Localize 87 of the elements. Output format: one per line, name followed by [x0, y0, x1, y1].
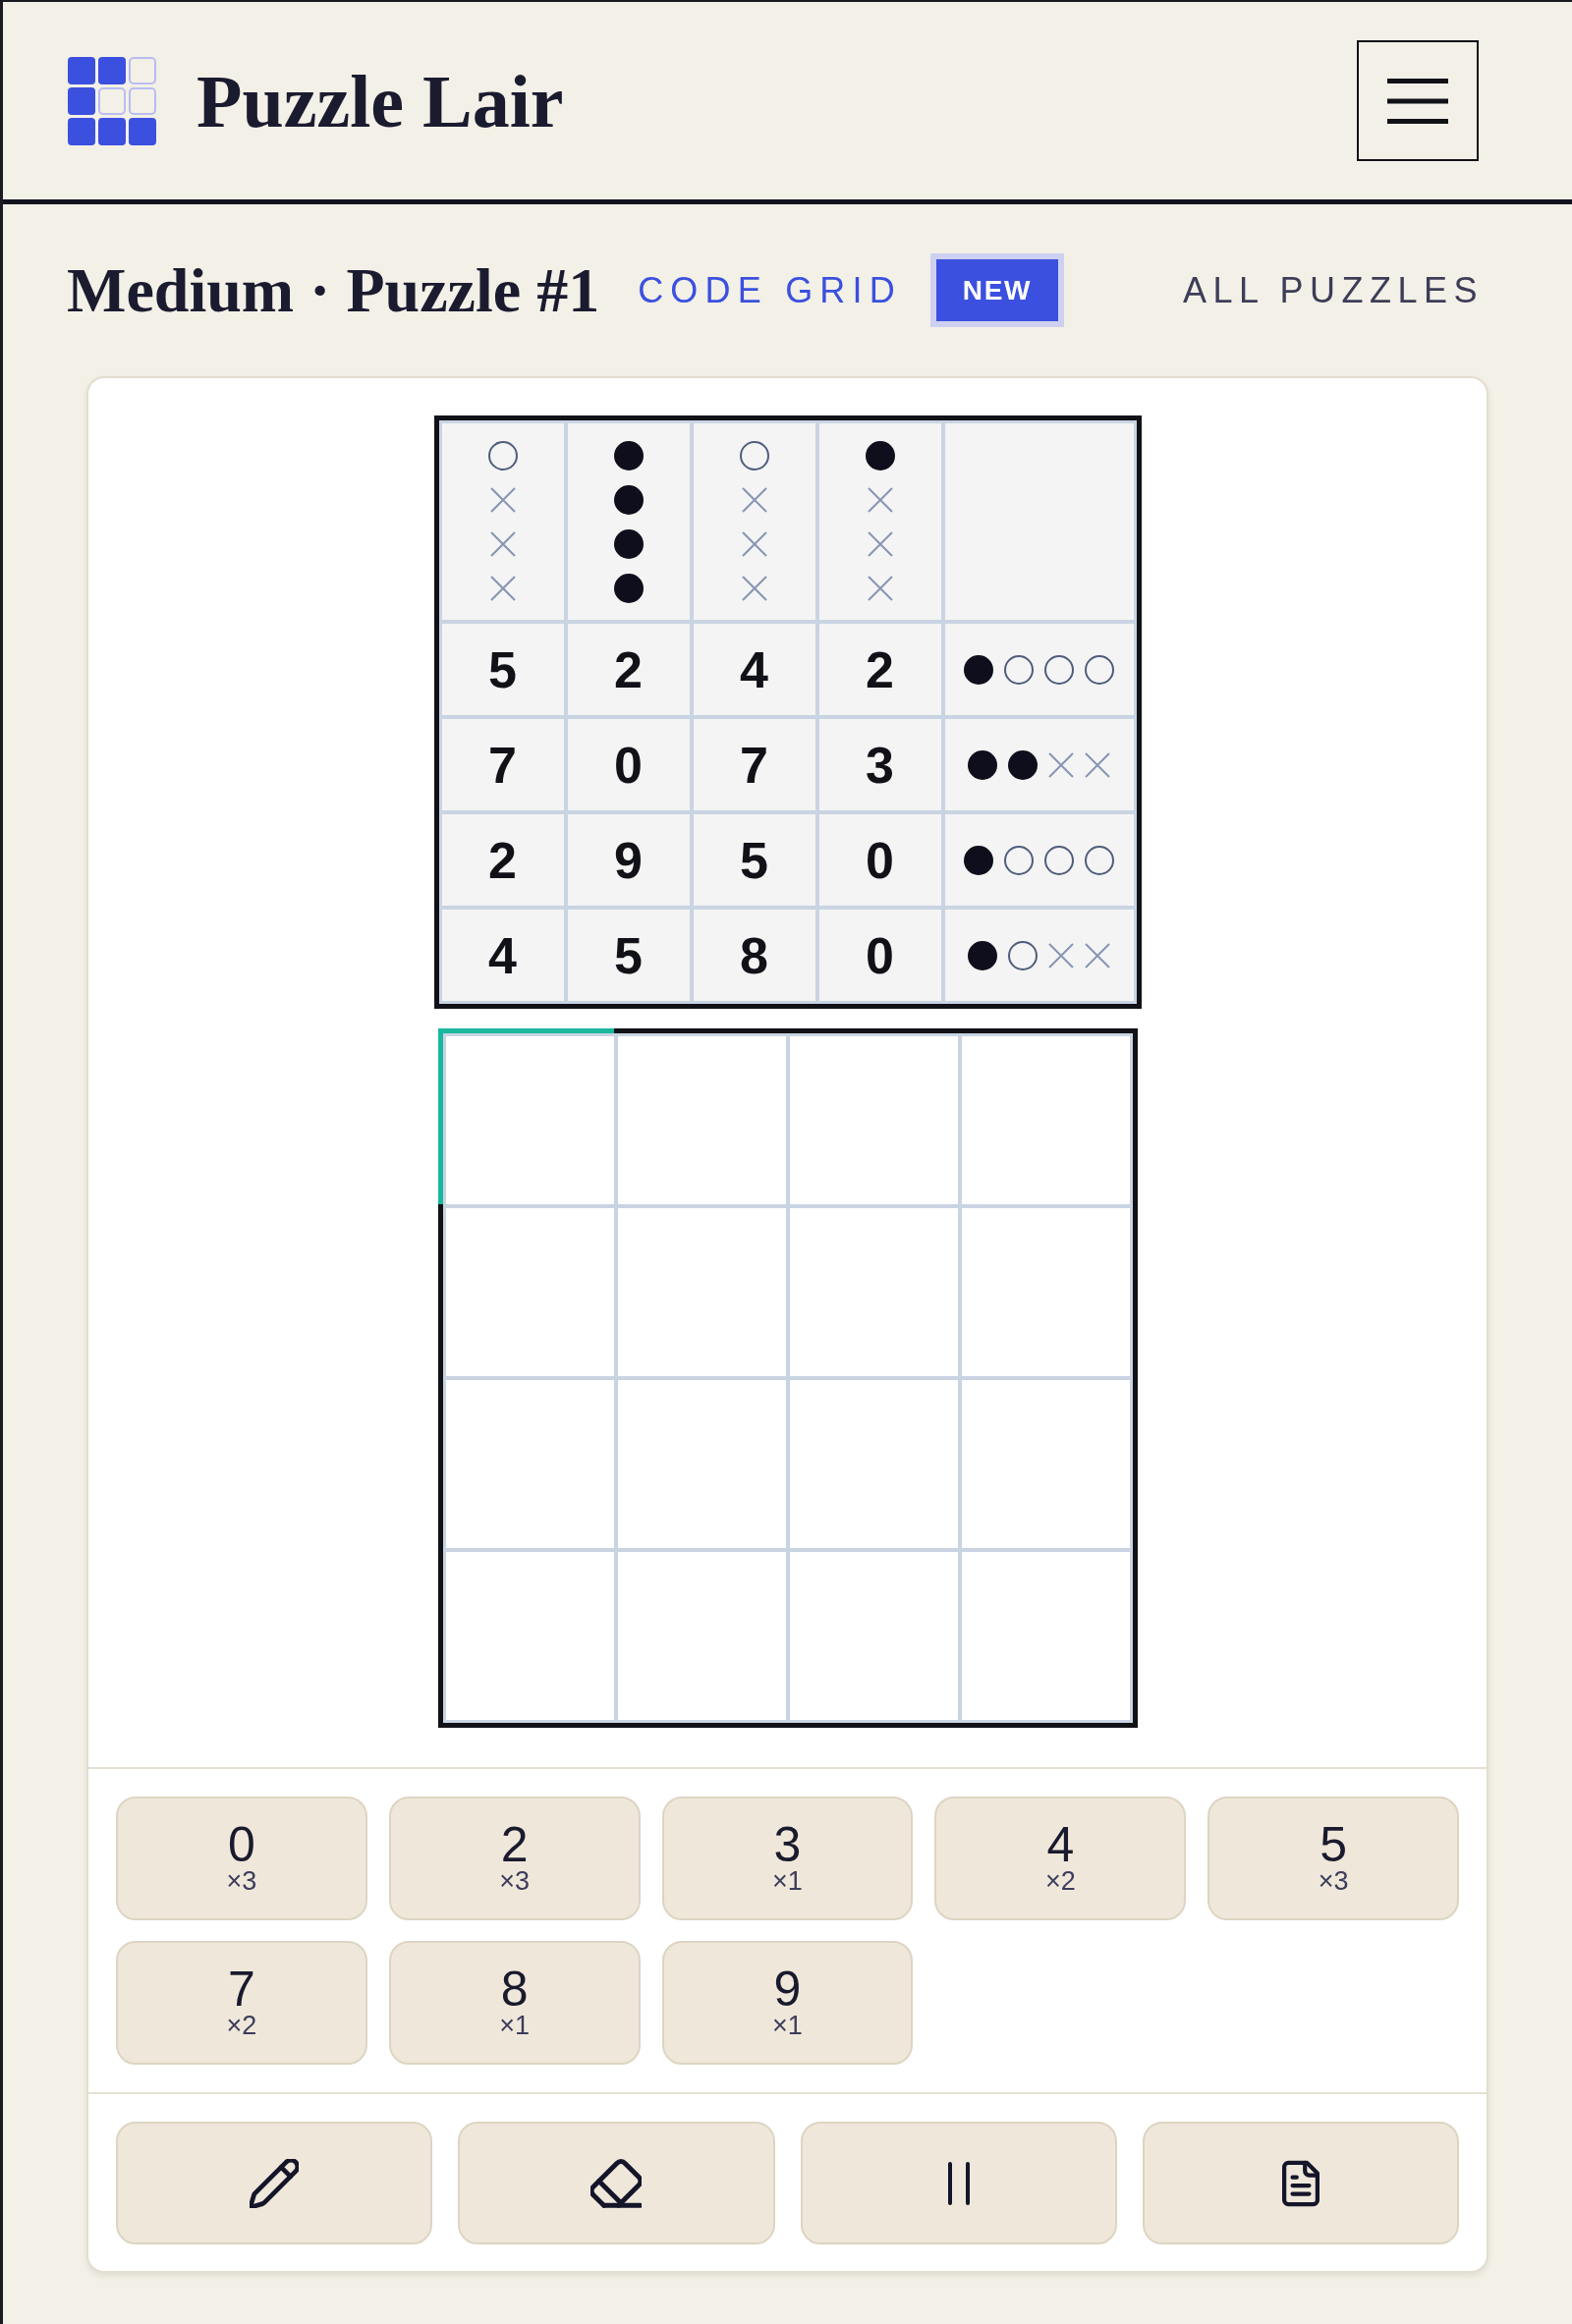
filled-dot-icon [613, 440, 644, 470]
filled-dot-icon [613, 573, 644, 603]
cross-icon [867, 530, 893, 557]
hollow-circle-icon [1004, 845, 1034, 875]
puzzle-title: Medium · Puzzle #1 [67, 258, 600, 322]
digit-button[interactable]: 3 ×1 [661, 1797, 914, 1920]
digit-cell: 0 [567, 719, 690, 810]
answer-cell[interactable] [617, 1552, 786, 1720]
menu-icon [1387, 78, 1448, 124]
pencil-button[interactable] [116, 2122, 433, 2244]
cross-icon [741, 575, 767, 601]
cross-icon [741, 530, 767, 557]
digit-cell: 8 [693, 910, 815, 1001]
answer-cell[interactable] [617, 1208, 786, 1376]
site-title[interactable]: Puzzle Lair [196, 63, 564, 138]
digit-cell: 2 [818, 624, 941, 715]
hollow-circle-icon [1004, 654, 1034, 685]
eraser-button[interactable] [458, 2122, 775, 2244]
digit-cell: 5 [567, 910, 690, 1001]
answer-cell[interactable] [789, 1380, 958, 1548]
filled-dot-icon [1008, 749, 1038, 780]
filled-dot-icon [865, 440, 895, 470]
cross-icon [741, 486, 767, 513]
answer-cell[interactable] [445, 1552, 614, 1720]
digit-button[interactable]: 4 ×2 [934, 1797, 1187, 1920]
answer-cell[interactable] [961, 1208, 1130, 1376]
puzzle-type-label: CODE GRID [638, 272, 902, 308]
hollow-circle-icon [739, 440, 769, 470]
digit-cell: 0 [818, 814, 941, 906]
grid-logo-icon [68, 56, 156, 145]
digit-button[interactable]: 8 ×1 [388, 1941, 641, 2065]
filled-dot-icon [964, 845, 993, 875]
answer-cell[interactable] [445, 1208, 614, 1376]
filled-dot-icon [964, 654, 993, 685]
answer-cell[interactable] [445, 1380, 614, 1548]
digit-button[interactable]: 9 ×1 [661, 1941, 914, 2065]
digit-cell: 4 [693, 624, 815, 715]
answer-cell[interactable] [617, 1036, 786, 1204]
hollow-circle-icon [1044, 845, 1074, 875]
hollow-circle-icon [1008, 940, 1038, 970]
eraser-icon [590, 2158, 643, 2208]
digit-cell: 5 [693, 814, 815, 906]
filled-dot-icon [968, 749, 997, 780]
answer-cell[interactable] [961, 1552, 1130, 1720]
answer-cell[interactable] [789, 1036, 958, 1204]
filled-dot-icon [613, 528, 644, 559]
hollow-circle-icon [1085, 845, 1114, 875]
digit-button[interactable]: 5 ×3 [1207, 1797, 1459, 1920]
answer-cell[interactable] [961, 1380, 1130, 1548]
answer-cell[interactable] [789, 1208, 958, 1376]
digit-cell: 7 [693, 719, 815, 810]
digit-cell: 3 [818, 719, 941, 810]
cross-icon [867, 486, 893, 513]
all-puzzles-link[interactable]: ALL PUZZLES [1182, 272, 1484, 308]
digit-cell: 2 [441, 814, 564, 906]
cross-icon [1048, 942, 1074, 968]
cross-icon [489, 530, 516, 557]
new-badge: NEW [929, 253, 1064, 327]
hollow-circle-icon [1085, 654, 1114, 685]
digit-cell: 2 [567, 624, 690, 715]
cross-icon [1085, 751, 1110, 778]
cross-icon [1085, 942, 1110, 968]
digit-button[interactable]: 7 ×2 [116, 1941, 367, 2065]
digit-cell: 0 [818, 910, 941, 1001]
answer-cell[interactable] [789, 1552, 958, 1720]
notes-button[interactable] [1142, 2122, 1459, 2244]
menu-button[interactable] [1357, 40, 1479, 161]
cross-icon [489, 575, 516, 601]
hollow-circle-icon [487, 440, 518, 470]
answer-cell[interactable] [961, 1036, 1130, 1204]
digit-cell: 4 [441, 910, 564, 1001]
digit-cell: 9 [567, 814, 690, 906]
filled-dot-icon [968, 940, 997, 970]
pause-icon [947, 2161, 970, 2205]
digit-cell: 5 [441, 624, 564, 715]
answer-cell[interactable] [617, 1380, 786, 1548]
cross-icon [867, 575, 893, 601]
hollow-circle-icon [1044, 654, 1074, 685]
pause-button[interactable] [800, 2122, 1117, 2244]
pencil-icon [250, 2158, 300, 2208]
digit-button[interactable]: 2 ×3 [388, 1797, 641, 1920]
cross-icon [1048, 751, 1074, 778]
filled-dot-icon [613, 484, 644, 515]
answer-cell[interactable] [437, 1028, 614, 1204]
digit-button[interactable]: 0 ×3 [116, 1797, 367, 1920]
cross-icon [489, 486, 516, 513]
digit-cell: 7 [441, 719, 564, 810]
